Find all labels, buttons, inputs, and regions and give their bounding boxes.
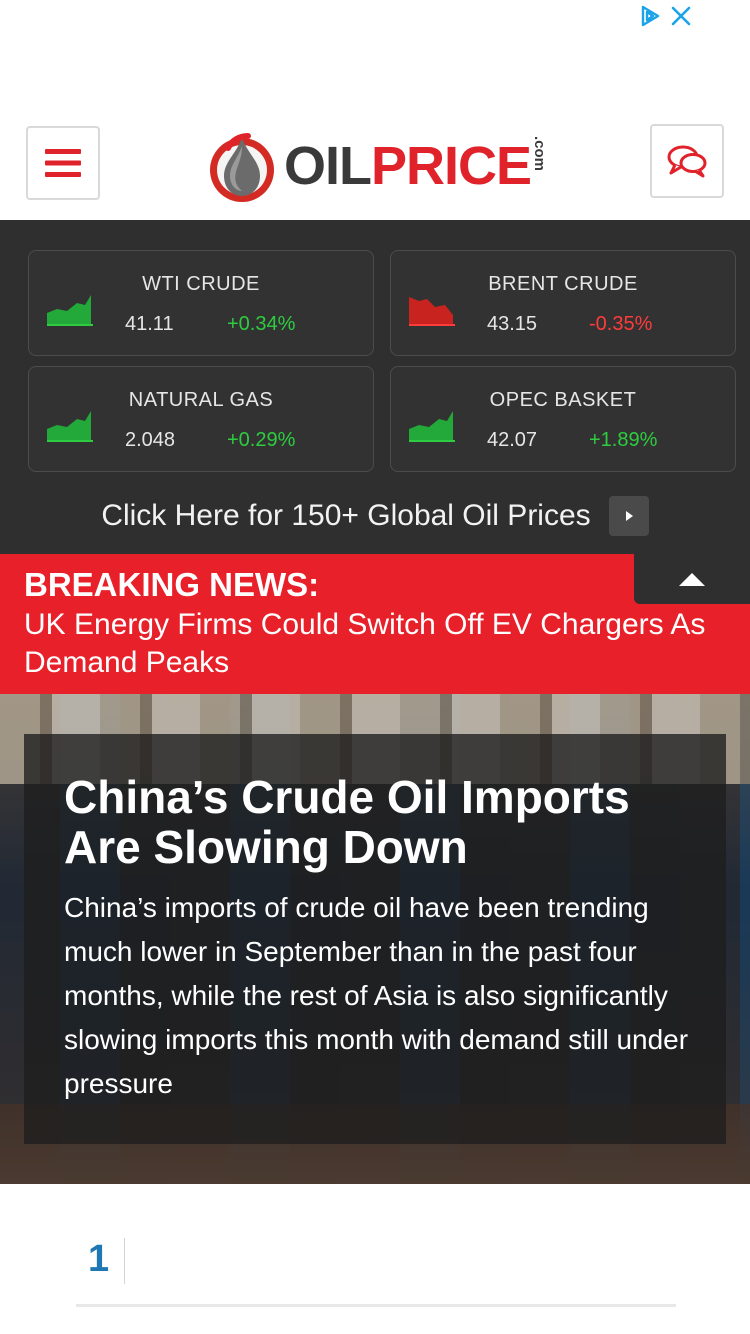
price-card-brent[interactable]: BRENT CRUDE 43.15 -0.35%: [390, 250, 736, 356]
list-separator: [76, 1304, 676, 1307]
list-item-divider: [124, 1238, 125, 1284]
trend-down-chart-icon: [409, 297, 455, 326]
logo-wordmark: OILPRICE: [284, 136, 532, 196]
breaking-news-headline[interactable]: UK Energy Firms Could Switch Off EV Char…: [24, 606, 724, 682]
play-arrow-icon[interactable]: [608, 496, 649, 536]
price-change: +0.34%: [227, 313, 296, 335]
featured-article-summary: China’s imports of crude oil have been t…: [64, 892, 689, 1099]
oil-prices-panel: WTI CRUDE 41.11 +0.34% BRENT CRUDE 43.15…: [0, 220, 750, 554]
price-value: 42.07: [487, 429, 538, 451]
site-logo[interactable]: OILPRICE .com: [206, 126, 548, 206]
close-icon[interactable]: [670, 5, 692, 27]
featured-article-title[interactable]: China’s Crude Oil Imports Are Slowing Do…: [64, 772, 704, 872]
hamburger-menu-icon: [45, 149, 81, 177]
chat-bubbles-icon: [667, 145, 707, 178]
price-value: 41.11: [125, 313, 174, 335]
site-header: OILPRICE .com: [0, 100, 750, 220]
menu-button[interactable]: [26, 126, 100, 200]
price-card-natural-gas[interactable]: NATURAL GAS 2.048 +0.29%: [28, 366, 374, 472]
caret-up-icon: [679, 573, 705, 586]
global-oil-prices-link[interactable]: Click Here for 150+ Global Oil Prices: [0, 496, 750, 536]
price-value: 43.15: [487, 313, 538, 335]
global-oil-prices-label: Click Here for 150+ Global Oil Prices: [101, 499, 591, 532]
oil-drop-logo-icon: [210, 133, 274, 202]
ad-controls: [638, 4, 692, 28]
trend-up-chart-icon: [47, 411, 93, 442]
adchoices-icon[interactable]: [638, 4, 662, 28]
price-card-opec-basket[interactable]: OPEC BASKET 42.07 +1.89%: [390, 366, 736, 472]
trend-up-chart-icon: [47, 295, 93, 326]
price-card-wti[interactable]: WTI CRUDE 41.11 +0.34%: [28, 250, 374, 356]
collapse-prices-button[interactable]: [634, 554, 750, 604]
logo-com-text: .com: [531, 136, 548, 172]
breaking-news-title: BREAKING NEWS:: [24, 566, 320, 603]
logo-price-text: PRICE: [371, 136, 532, 196]
trend-up-chart-icon: [409, 411, 455, 442]
price-value: 2.048: [125, 429, 176, 451]
comments-button[interactable]: [650, 124, 724, 198]
ad-banner: [0, 0, 750, 100]
price-change: -0.35%: [589, 313, 653, 335]
logo-oil-text: OIL: [284, 136, 372, 196]
featured-article-card: China’s Crude Oil Imports Are Slowing Do…: [24, 734, 726, 1144]
price-change: +0.29%: [227, 429, 296, 451]
list-item-number: 1: [88, 1238, 110, 1280]
featured-article[interactable]: China’s Crude Oil Imports Are Slowing Do…: [0, 694, 750, 1184]
article-list: 1: [0, 1184, 750, 1334]
price-change: +1.89%: [589, 429, 658, 451]
